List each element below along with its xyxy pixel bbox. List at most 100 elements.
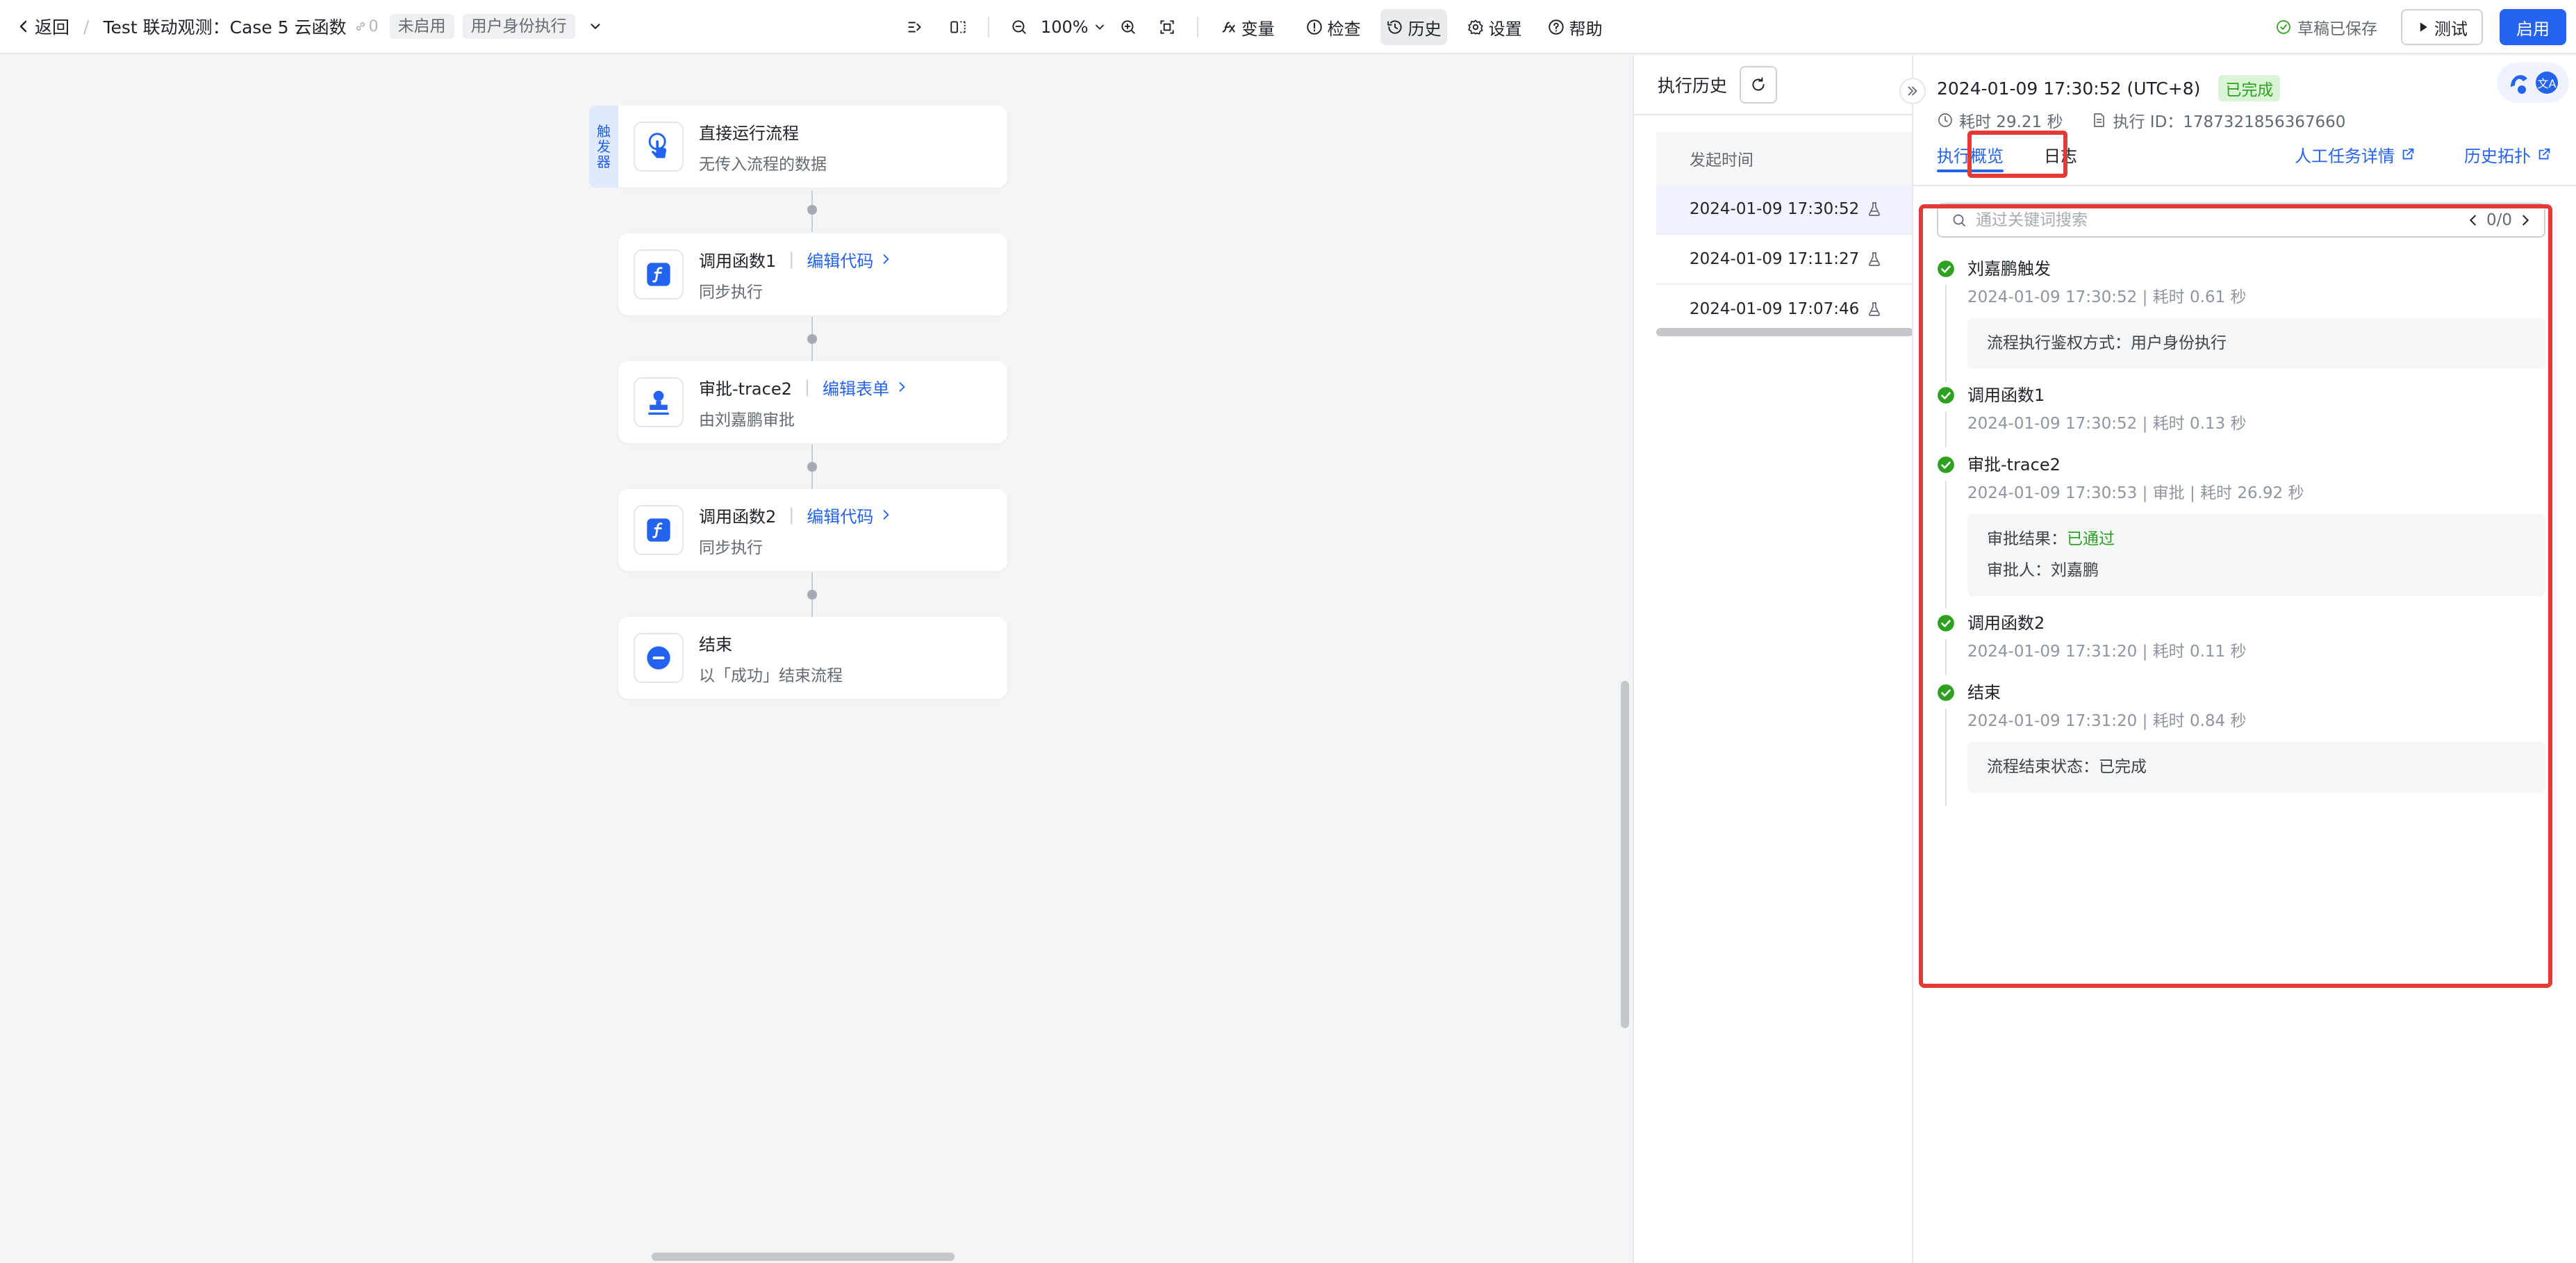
execution-history-panel: 执行历史 发起时间 2024-01-09 17:30:52 2024-01-09… <box>1633 56 1913 1263</box>
step-line <box>1945 285 1947 382</box>
history-table: 发起时间 2024-01-09 17:30:52 2024-01-09 17:1… <box>1656 132 1913 335</box>
check-label: 检查 <box>1327 19 1361 39</box>
external-link-icon <box>2402 148 2414 160</box>
flask-icon <box>1869 302 1881 316</box>
step-meta: 2024-01-09 17:30:53 | 审批 | 耗时 26.92 秒 <box>1967 484 2304 502</box>
history-topology-link[interactable]: 历史拓扑 <box>2464 138 2552 171</box>
zoom-dropdown-chevron-icon[interactable] <box>1093 20 1107 34</box>
zoom-in-button[interactable] <box>1114 9 1143 45</box>
detail-label: 流程结束状态： <box>1987 758 2099 776</box>
connector-dot <box>807 334 817 344</box>
connector-dot <box>807 205 817 215</box>
check-circle-icon <box>2277 20 2290 34</box>
flow-canvas[interactable]: 触 发 器 直接运行流程 无传入流程的数据 调用函数1 | 编辑代码 同步执行 … <box>0 56 1633 1263</box>
edit-form-link[interactable]: 编辑表单 <box>823 375 909 399</box>
node-end[interactable]: 结束 以「成功」结束流程 <box>618 617 1007 699</box>
step-meta: 2024-01-09 17:30:52 | 耗时 0.13 秒 <box>1967 415 2247 433</box>
edit-code-link[interactable]: 编辑代码 <box>807 247 893 272</box>
refresh-button[interactable] <box>1740 66 1778 104</box>
auto-layout-button[interactable] <box>900 9 930 45</box>
execution-detail-panel: 2024-01-09 17:30:52 (UTC+8) 已完成 耗时 29.21… <box>1899 56 2576 1263</box>
canvas-horizontal-scrollbar[interactable] <box>652 1253 955 1261</box>
node-title: 调用函数1 <box>699 251 777 271</box>
node-trigger[interactable]: 直接运行流程 无传入流程的数据 <box>618 106 1007 188</box>
history-row[interactable]: 2024-01-09 17:30:52 <box>1656 185 1913 235</box>
detail-value: 用户身份执行 <box>2131 334 2227 352</box>
node-subtitle: 以「成功」结束流程 <box>699 666 843 685</box>
link-count[interactable]: 0 <box>354 18 379 35</box>
execution-id[interactable]: 执行 ID：1787321856367660 <box>2113 108 2345 132</box>
node-title-row: 调用函数2 | 编辑代码 <box>699 503 893 527</box>
manual-tasks-label: 人工任务详情 <box>2295 146 2395 166</box>
step-meta: 2024-01-09 17:30:52 | 耗时 0.61 秒 <box>1967 288 2247 306</box>
toolbar: 100% 变量 检查 历史 设置 帮助 <box>900 0 1608 54</box>
history-row-time: 2024-01-09 17:30:52 <box>1690 200 1860 218</box>
edit-code-link[interactable]: 编辑代码 <box>807 503 893 527</box>
step-item: 调用函数1 2024-01-09 17:30:52 | 耗时 0.13 秒 <box>1937 383 2545 453</box>
node-function-1[interactable]: 调用函数1 | 编辑代码 同步执行 <box>618 233 1007 315</box>
flow-status-tag: 未启用 <box>389 14 454 39</box>
trigger-tag-char: 器 <box>597 154 611 170</box>
manual-tasks-link[interactable]: 人工任务详情 <box>2295 138 2416 171</box>
node-function-2[interactable]: 调用函数2 | 编辑代码 同步执行 <box>618 489 1007 571</box>
collapse-panel-button[interactable] <box>1899 78 1926 104</box>
settings-label: 设置 <box>1488 19 1522 39</box>
keyword-search[interactable]: 0/0 <box>1937 203 2545 238</box>
zoom-level[interactable]: 100% <box>1041 17 1089 37</box>
step-item: 刘嘉鹏触发 2024-01-09 17:30:52 | 耗时 0.61 秒 流程… <box>1937 257 2545 383</box>
step-name: 调用函数2 <box>1967 613 2045 633</box>
step-detail-box: 审批结果：已通过 审批人：刘嘉鹏 <box>1967 514 2545 596</box>
test-button[interactable]: 测试 <box>2401 9 2483 45</box>
node-subtitle: 无传入流程的数据 <box>699 155 827 174</box>
node-title: 直接运行流程 <box>699 123 799 143</box>
top-bar: 返回 / Test 联动观测：Case 5 云函数 0 未启用 用户身份执行 1… <box>0 0 2576 54</box>
split-view-button[interactable] <box>943 9 973 45</box>
flask-icon <box>1869 202 1881 216</box>
back-button[interactable]: 返回 <box>15 14 69 39</box>
step-name: 结束 <box>1967 683 2001 702</box>
node-approval[interactable]: 审批-trace2 | 编辑表单 由刘嘉鹏审批 <box>618 361 1007 443</box>
gear-icon <box>1468 19 1483 35</box>
detail-label: 流程执行鉴权方式： <box>1987 334 2131 352</box>
variables-button[interactable]: 变量 <box>1214 9 1280 45</box>
history-horizontal-scrollbar[interactable] <box>1656 328 1913 336</box>
step-name: 刘嘉鹏触发 <box>1967 259 2051 279</box>
history-clock-icon <box>1387 20 1402 34</box>
step-line <box>1945 411 1947 447</box>
link-icon <box>356 22 365 31</box>
chevron-right-icon <box>899 382 905 392</box>
double-chevron-right-icon <box>1908 86 1917 96</box>
search-input[interactable] <box>1976 211 2406 229</box>
step-detail-box: 流程执行鉴权方式：用户身份执行 <box>1967 318 2545 369</box>
step-name: 调用函数1 <box>1967 386 2045 405</box>
node-title: 审批-trace2 <box>699 379 792 399</box>
step-line <box>1945 709 1947 806</box>
enable-button[interactable]: 启用 <box>2500 9 2566 45</box>
success-check-icon <box>1938 261 1954 277</box>
edit-code-label: 编辑代码 <box>807 506 874 527</box>
node-icon <box>634 633 684 683</box>
header-right: 草稿已保存 测试 启用 <box>2275 0 2566 54</box>
split-view-icon <box>950 21 966 33</box>
node-subtitle: 同步执行 <box>699 283 763 302</box>
trigger-tag-char: 发 <box>597 138 611 155</box>
node-text: 直接运行流程 无传入流程的数据 <box>699 119 827 174</box>
history-button[interactable]: 历史 <box>1380 9 1447 45</box>
canvas-vertical-scrollbar[interactable] <box>1621 681 1629 1028</box>
settings-button[interactable]: 设置 <box>1461 9 1528 45</box>
tab-overview[interactable]: 执行概览 <box>1937 138 2004 172</box>
chevron-right-icon[interactable] <box>2518 213 2533 228</box>
detail-label: 审批人： <box>1987 561 2051 579</box>
history-row[interactable]: 2024-01-09 17:11:27 <box>1656 235 1913 285</box>
document-icon <box>2094 113 2105 127</box>
check-button[interactable]: 检查 <box>1300 9 1367 45</box>
tab-logs[interactable]: 日志 <box>2044 138 2077 171</box>
chevron-left-icon[interactable] <box>2466 213 2481 228</box>
fit-screen-button[interactable] <box>1153 9 1182 45</box>
help-button[interactable]: 帮助 <box>1542 9 1608 45</box>
assistant-floating-button[interactable]: 文A <box>2497 63 2569 103</box>
zoom-out-button[interactable] <box>1005 9 1034 45</box>
chevron-down-icon[interactable] <box>588 19 603 34</box>
detail-tabs: 执行概览 日志 人工任务详情 历史拓扑 <box>1937 138 2569 172</box>
function-icon <box>647 263 670 286</box>
